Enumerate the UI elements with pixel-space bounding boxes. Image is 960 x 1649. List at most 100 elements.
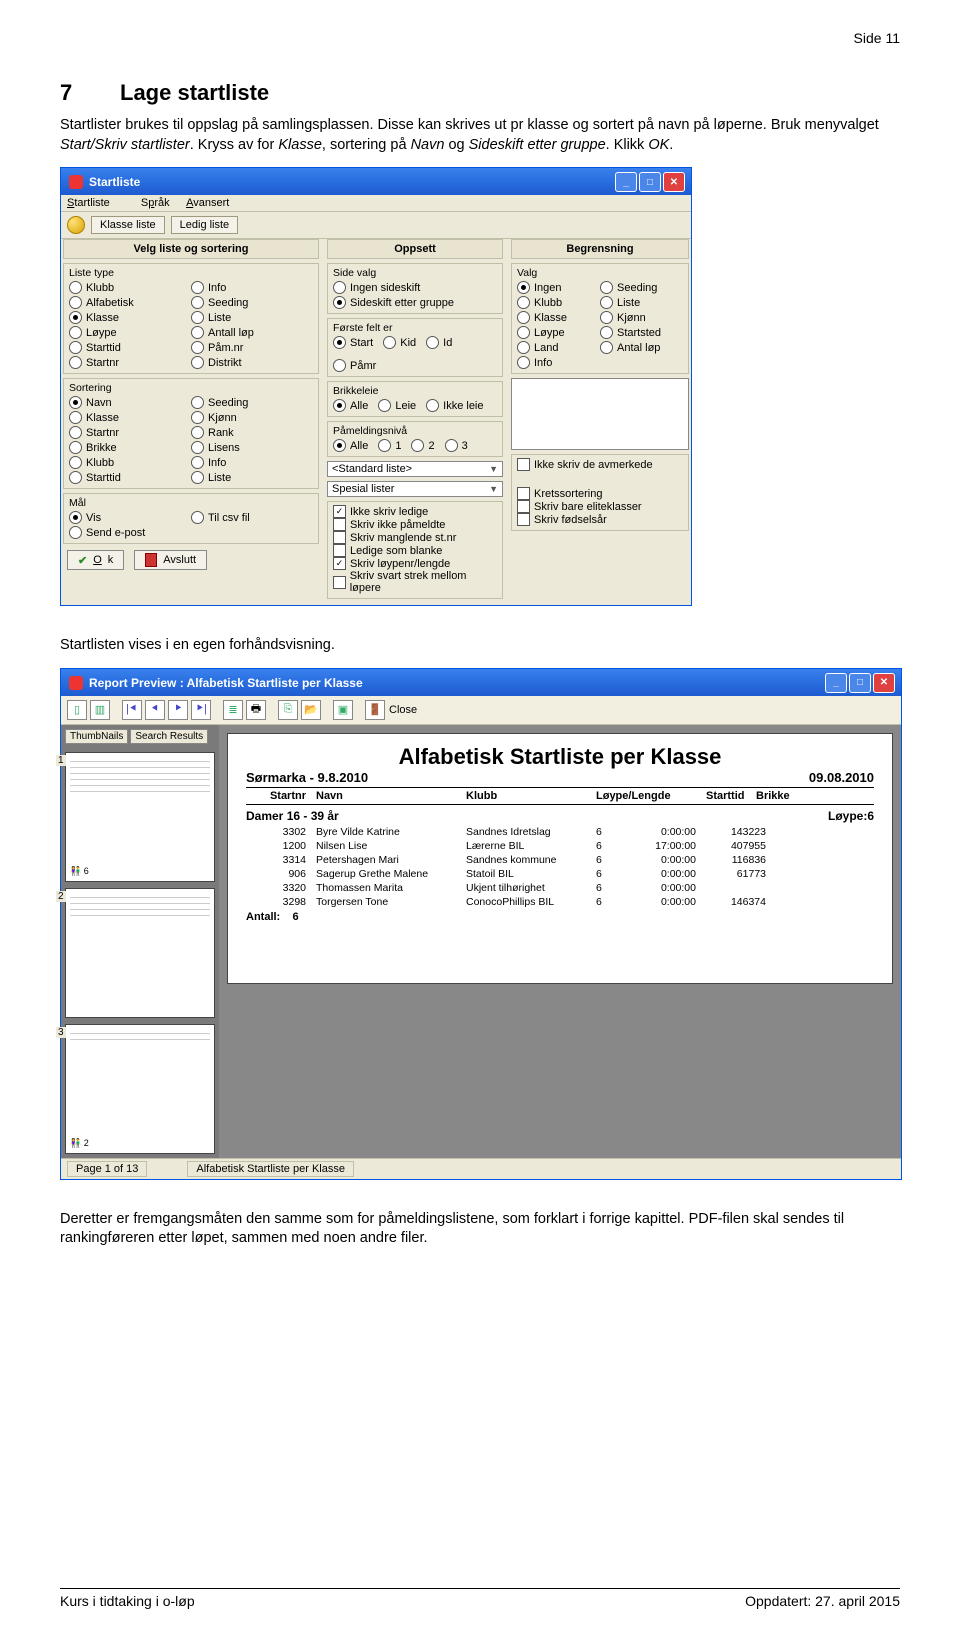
menu-avansert[interactable]: Avansert bbox=[186, 197, 229, 209]
radio-option[interactable]: Antal løp bbox=[600, 341, 683, 354]
radio-option[interactable]: Alle bbox=[333, 399, 368, 412]
close-icon[interactable]: ✕ bbox=[873, 673, 895, 693]
page-thumbnail[interactable]: 3 👫 2 bbox=[65, 1024, 215, 1154]
search-results-tab[interactable]: Search Results bbox=[130, 729, 208, 744]
nav-prev-icon[interactable]: ⯇ bbox=[145, 700, 165, 720]
radio-option[interactable]: Løype bbox=[69, 326, 191, 339]
maximize-icon[interactable]: □ bbox=[639, 172, 661, 192]
radio-option[interactable]: Startsted bbox=[600, 326, 683, 339]
print-setup-icon[interactable]: ≣ bbox=[223, 700, 243, 720]
close-icon[interactable]: ✕ bbox=[663, 172, 685, 192]
tab-klasse-liste[interactable]: Klasse liste bbox=[91, 216, 165, 234]
page-thumbnail[interactable]: 2 bbox=[65, 888, 215, 1018]
radio-option[interactable]: Land bbox=[517, 341, 600, 354]
radio-option[interactable]: Ingen bbox=[517, 281, 600, 294]
filter-textarea[interactable] bbox=[511, 378, 689, 450]
check-option[interactable]: Ikke skriv ledige bbox=[333, 505, 497, 518]
avslutt-button[interactable]: Avslutt bbox=[134, 550, 207, 570]
ok-button[interactable]: ✔Ok bbox=[67, 550, 124, 570]
maximize-icon[interactable]: □ bbox=[849, 673, 871, 693]
radio-option[interactable]: 3 bbox=[445, 439, 468, 452]
menu-startliste[interactable]: Startliste bbox=[67, 197, 124, 209]
radio-option[interactable]: Alfabetisk bbox=[69, 296, 191, 309]
menu-sprak[interactable]: Språk bbox=[141, 197, 170, 209]
open-icon[interactable]: 📂 bbox=[301, 700, 321, 720]
radio-option[interactable]: Navn bbox=[69, 396, 191, 409]
checkbox[interactable] bbox=[517, 487, 530, 500]
toolbar-icon[interactable] bbox=[67, 216, 85, 234]
radio-option[interactable]: Liste bbox=[600, 296, 683, 309]
rp-titlebar[interactable]: Report Preview : Alfabetisk Startliste p… bbox=[61, 669, 901, 696]
nav-next-icon[interactable]: ⯈ bbox=[168, 700, 188, 720]
tab-ledig-liste[interactable]: Ledig liste bbox=[171, 216, 239, 234]
radio-option[interactable]: Info bbox=[517, 356, 600, 369]
radio-option[interactable]: Sideskift etter gruppe bbox=[333, 296, 497, 309]
radio-label: Klasse bbox=[86, 412, 119, 424]
radio-icon bbox=[191, 471, 204, 484]
radio-option[interactable]: Info bbox=[191, 456, 313, 469]
radio-option[interactable]: Liste bbox=[191, 471, 313, 484]
save-icon[interactable]: ⎘ bbox=[278, 700, 298, 720]
radio-option[interactable]: Kjønn bbox=[191, 411, 313, 424]
nav-first-icon[interactable]: ▯ bbox=[67, 700, 87, 720]
radio-option[interactable]: Brikke bbox=[69, 441, 191, 454]
page-thumbnail[interactable]: 1 👫 6 bbox=[65, 752, 215, 882]
radio-option[interactable]: Kid bbox=[383, 336, 416, 349]
radio-option[interactable]: 2 bbox=[411, 439, 434, 452]
minimize-icon[interactable]: _ bbox=[825, 673, 847, 693]
radio-option[interactable]: Klubb bbox=[517, 296, 600, 309]
radio-option[interactable]: Antall løp bbox=[191, 326, 313, 339]
radio-option[interactable]: Seeding bbox=[600, 281, 683, 294]
radio-option[interactable]: Ikke leie bbox=[426, 399, 483, 412]
radio-option[interactable]: Kjønn bbox=[600, 311, 683, 324]
nav-first-page-icon[interactable]: |⯇ bbox=[122, 700, 142, 720]
nav-last-page-icon[interactable]: ⯈| bbox=[191, 700, 211, 720]
thumbnails-tab[interactable]: ThumbNails bbox=[65, 729, 128, 744]
print-icon[interactable]: 🖶 bbox=[246, 700, 266, 720]
tool-icon[interactable]: ▣ bbox=[333, 700, 353, 720]
radio-option[interactable]: 1 bbox=[378, 439, 401, 452]
checkbox[interactable] bbox=[517, 513, 530, 526]
radio-option[interactable]: Vis bbox=[69, 511, 191, 524]
radio-option[interactable]: Liste bbox=[191, 311, 313, 324]
radio-option[interactable]: Løype bbox=[517, 326, 600, 339]
radio-option[interactable]: Klubb bbox=[69, 281, 191, 294]
check-option[interactable]: Skriv løypenr/lengde bbox=[333, 557, 497, 570]
radio-option[interactable]: Rank bbox=[191, 426, 313, 439]
standard-liste-select[interactable]: <Standard liste>▼ bbox=[327, 461, 503, 477]
check-option[interactable]: Skriv svart strek mellom løpere bbox=[333, 570, 497, 594]
radio-option[interactable]: Leie bbox=[378, 399, 416, 412]
radio-option[interactable]: Påm.nr bbox=[191, 341, 313, 354]
radio-option[interactable]: Lisens bbox=[191, 441, 313, 454]
nav-split-icon[interactable]: ▥ bbox=[90, 700, 110, 720]
radio-option[interactable]: Klasse bbox=[517, 311, 600, 324]
radio-option[interactable]: Starttid bbox=[69, 341, 191, 354]
titlebar[interactable]: Startliste _ □ ✕ bbox=[61, 168, 691, 195]
radio-option[interactable]: Startnr bbox=[69, 356, 191, 369]
radio-option[interactable]: Startnr bbox=[69, 426, 191, 439]
check-option[interactable]: Ledige som blanke bbox=[333, 544, 497, 557]
radio-option[interactable]: Alle bbox=[333, 439, 368, 452]
radio-option[interactable]: Seeding bbox=[191, 296, 313, 309]
radio-option[interactable]: Start bbox=[333, 336, 373, 349]
radio-option[interactable]: Send e-post bbox=[69, 526, 191, 539]
radio-option[interactable]: Distrikt bbox=[191, 356, 313, 369]
close-button[interactable]: 🚪 Close bbox=[365, 700, 417, 720]
radio-option[interactable]: Seeding bbox=[191, 396, 313, 409]
check-option[interactable]: Skriv ikke påmeldte bbox=[333, 518, 497, 531]
radio-option[interactable]: Ingen sideskift bbox=[333, 281, 497, 294]
radio-option[interactable]: Klubb bbox=[69, 456, 191, 469]
check-option[interactable]: Skriv manglende st.nr bbox=[333, 531, 497, 544]
radio-label: Info bbox=[534, 357, 552, 369]
radio-option[interactable]: Id bbox=[426, 336, 452, 349]
minimize-icon[interactable]: _ bbox=[615, 172, 637, 192]
radio-option[interactable]: Påmr bbox=[333, 359, 376, 372]
radio-option[interactable]: Klasse bbox=[69, 311, 191, 324]
radio-option[interactable]: Starttid bbox=[69, 471, 191, 484]
checkbox[interactable] bbox=[517, 500, 530, 513]
checkbox[interactable] bbox=[517, 458, 530, 471]
radio-option[interactable]: Klasse bbox=[69, 411, 191, 424]
spesial-lister-select[interactable]: Spesial lister▼ bbox=[327, 481, 503, 497]
radio-option[interactable]: Til csv fil bbox=[191, 511, 313, 524]
radio-option[interactable]: Info bbox=[191, 281, 313, 294]
